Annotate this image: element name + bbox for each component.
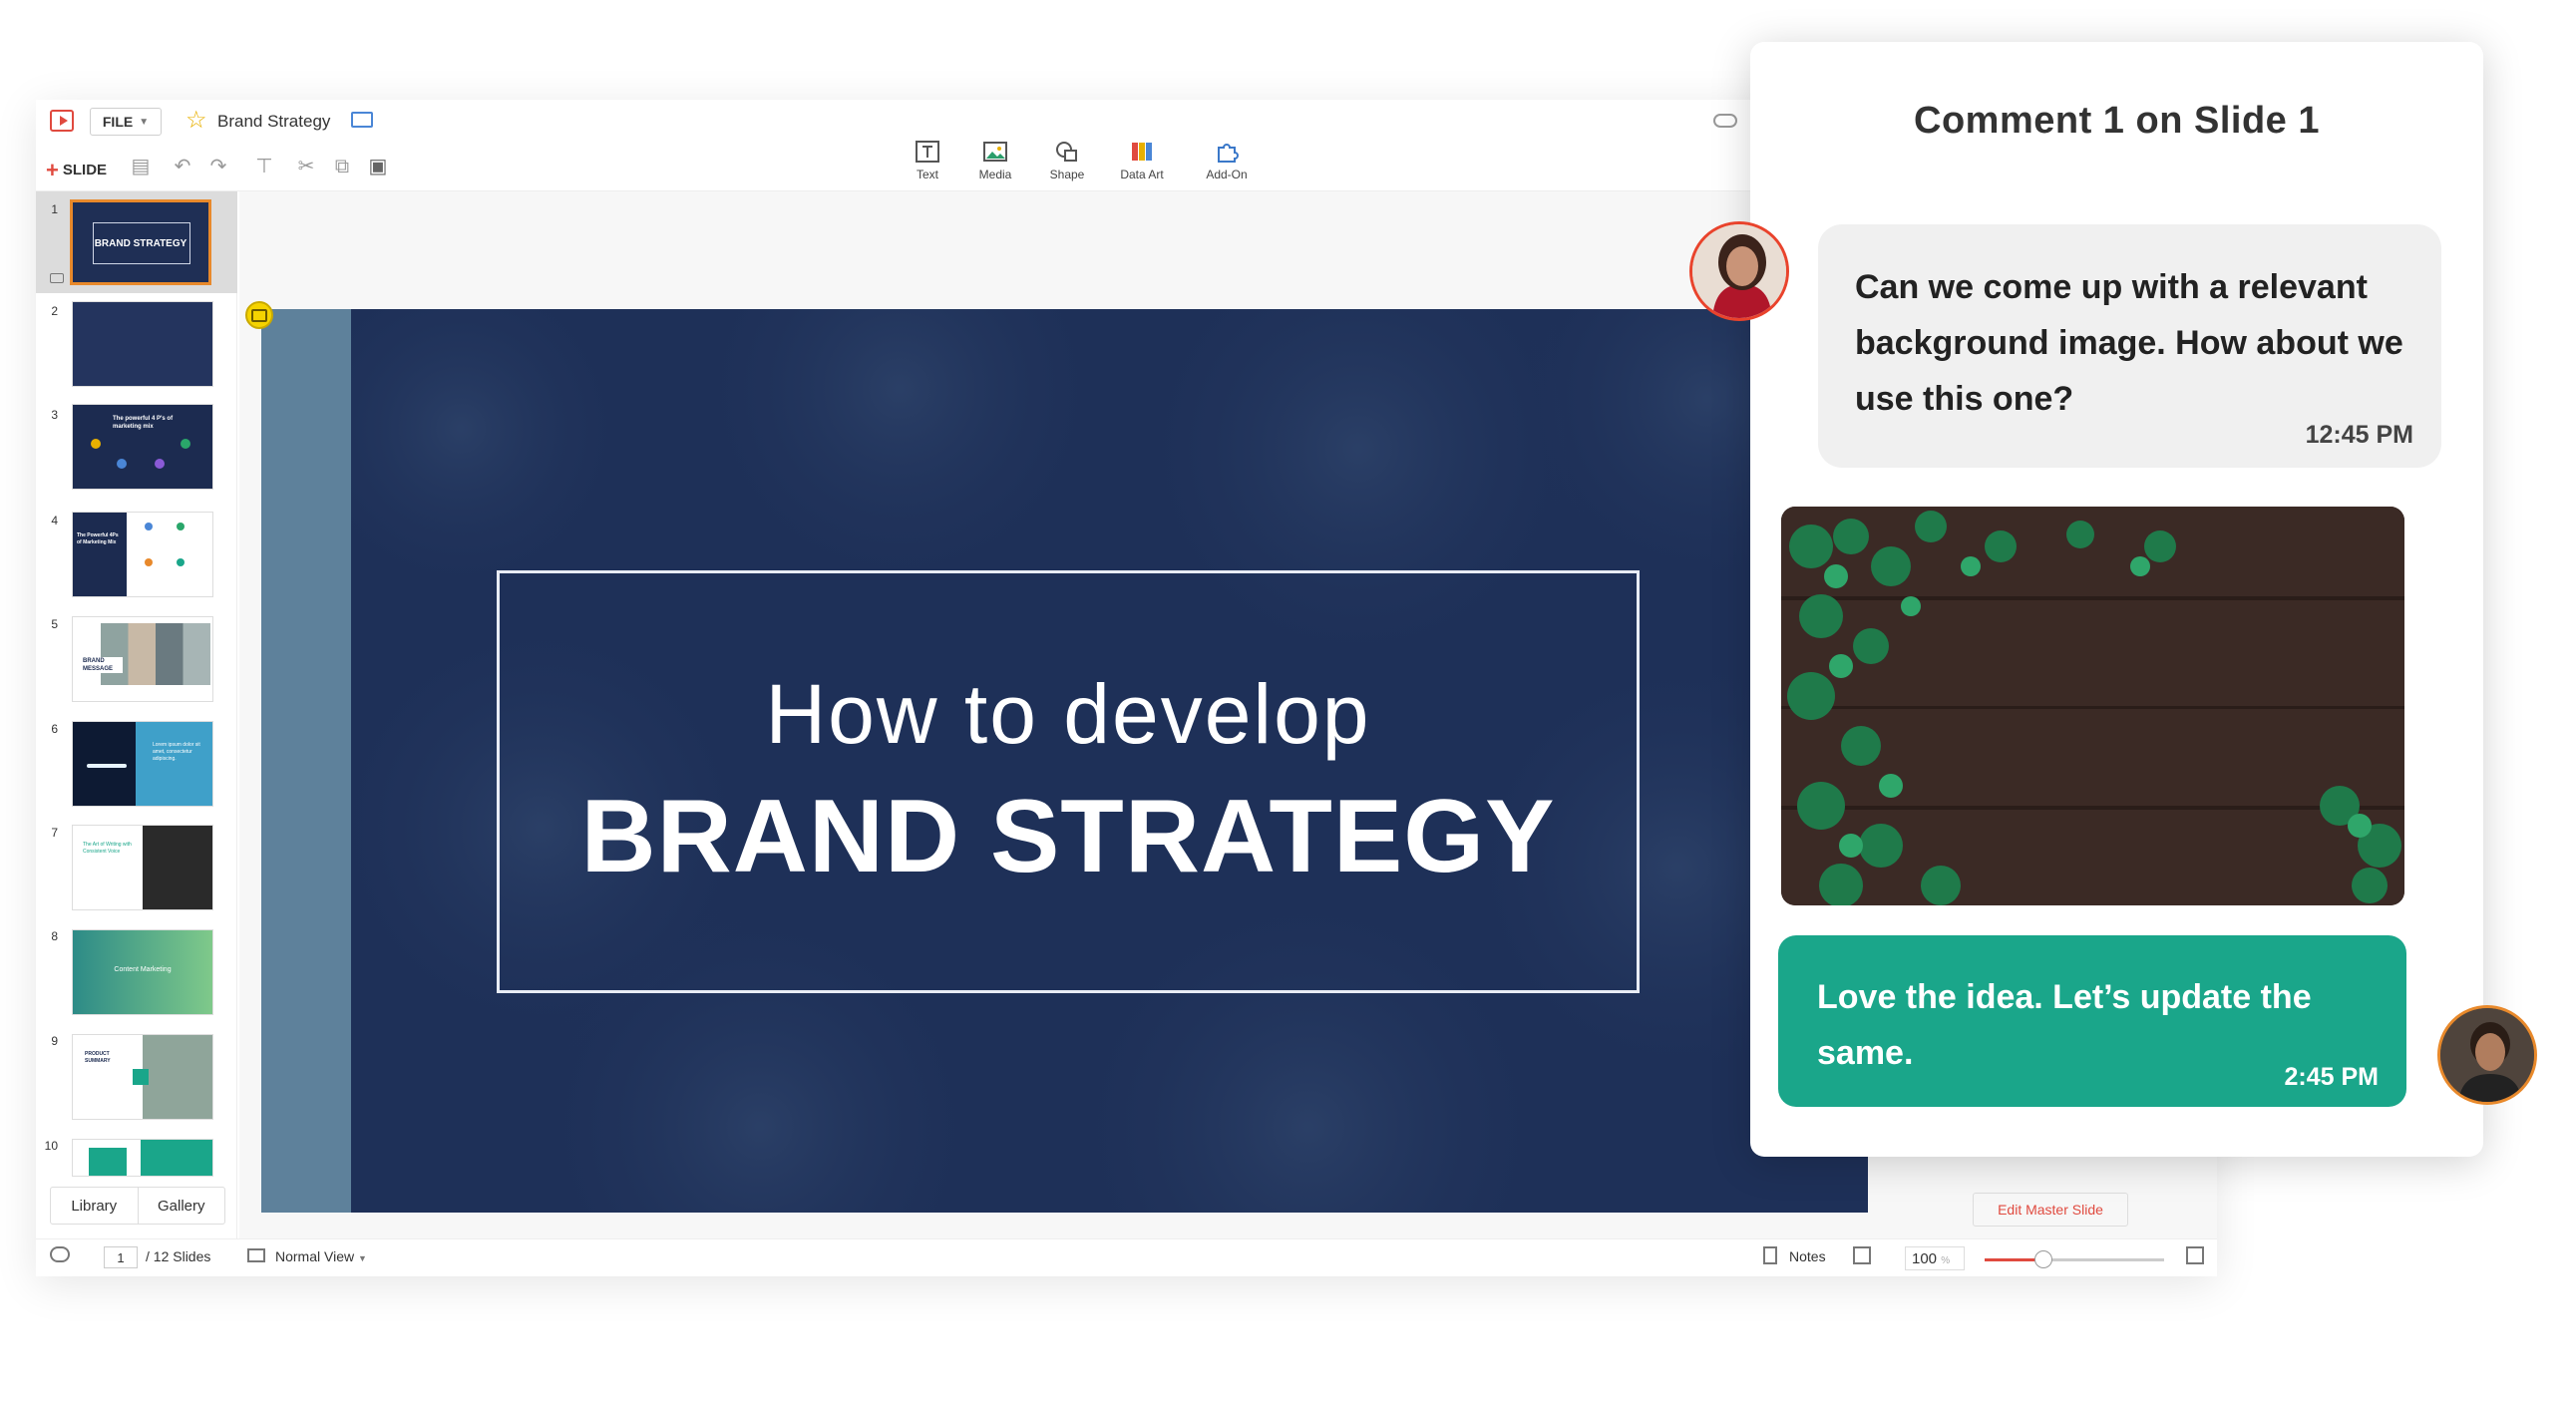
insert-text-button[interactable]: Text xyxy=(893,140,962,181)
slide-number: 10 xyxy=(44,1139,58,1153)
media-icon xyxy=(983,142,1007,162)
plus-icon: + xyxy=(46,158,59,182)
total-slides-label: / 12 Slides xyxy=(146,1248,211,1264)
folder-icon[interactable] xyxy=(351,112,373,128)
insert-data-art-button[interactable]: Data Art xyxy=(1107,140,1177,181)
slide-thumbnail-2[interactable] xyxy=(72,301,213,387)
slide-thumbnail-title: Content Marketing xyxy=(114,966,172,973)
slide-thumbnail-3[interactable]: The powerful 4 P's of marketing mix xyxy=(72,404,213,490)
cloud-sync-icon[interactable] xyxy=(1713,114,1737,128)
star-icon[interactable]: ☆ xyxy=(185,106,207,135)
slide-thumbnail-6[interactable]: Lorem ipsum dolor sit amet, consectetur … xyxy=(72,721,213,807)
copy-icon[interactable]: ⧉ xyxy=(331,156,353,177)
add-on-button[interactable]: Add-On xyxy=(1192,140,1262,181)
comment-marker-icon[interactable] xyxy=(245,301,273,329)
slide-number: 5 xyxy=(51,617,58,631)
ivy-wood-image xyxy=(1781,507,2404,905)
slide-thumbnail-title: The Powerful 4Ps of Marketing Mix xyxy=(77,532,119,545)
slide-thumbnail-title: The powerful 4 P's of marketing mix xyxy=(113,416,174,430)
chevron-down-icon: ▼ xyxy=(358,1253,367,1263)
format-painter-icon[interactable]: ⊤ xyxy=(253,156,275,177)
text-icon xyxy=(916,141,939,163)
slide-number: 8 xyxy=(51,929,58,943)
document-title[interactable]: Brand Strategy xyxy=(217,112,330,132)
zoom-slider-handle[interactable] xyxy=(2034,1250,2052,1268)
slide-thumbnail-9[interactable]: PRODUCT SUMMARY xyxy=(72,1034,213,1120)
shape-icon xyxy=(1056,142,1077,162)
comment-panel-title: Comment 1 on Slide 1 xyxy=(1914,100,2320,142)
slide-number: 3 xyxy=(51,408,58,422)
comment-timestamp: 12:45 PM xyxy=(2305,421,2413,449)
slide-number: 1 xyxy=(51,202,58,216)
slide-number: 2 xyxy=(51,304,58,318)
file-menu-button[interactable]: FILE ▼ xyxy=(90,108,162,136)
redo-icon[interactable]: ↷ xyxy=(207,156,229,177)
comment-indicator-icon[interactable] xyxy=(50,273,64,283)
chevron-down-icon: ▼ xyxy=(139,116,150,128)
slide-thumbnail-8[interactable]: Content Marketing xyxy=(72,929,213,1015)
file-menu-label: FILE xyxy=(102,114,134,130)
slide-thumbnail-7[interactable]: The Art of Writing with Consistent Voice xyxy=(72,825,213,910)
library-gallery-tabs: Library Gallery xyxy=(50,1187,225,1225)
page-number-input[interactable]: 1 xyxy=(104,1246,138,1268)
comment-text: Can we come up with a relevant backgroun… xyxy=(1855,268,2403,418)
slide-thumbnail-title: BRAND MESSAGE xyxy=(83,657,123,673)
add-slide-button[interactable]: + SLIDE xyxy=(46,158,107,183)
insert-text-label: Text xyxy=(916,168,938,181)
slide-sorter-icon[interactable] xyxy=(1853,1246,1871,1264)
insert-data-art-label: Data Art xyxy=(1120,168,1164,181)
insert-media-button[interactable]: Media xyxy=(960,140,1030,181)
slide-thumbnail-5[interactable]: BRAND MESSAGE xyxy=(72,616,213,702)
zoom-input[interactable]: 100 % xyxy=(1905,1246,1965,1270)
fit-to-window-icon[interactable] xyxy=(2186,1246,2204,1264)
cut-icon[interactable]: ✂ xyxy=(295,156,317,177)
add-slide-label: SLIDE xyxy=(62,162,108,178)
attached-image-ivy-wood[interactable] xyxy=(1781,507,2404,905)
slide-number: 6 xyxy=(51,722,58,736)
insert-shape-label: Shape xyxy=(1049,168,1085,181)
slide-thumbnail-title: BRAND STRATEGY xyxy=(94,238,187,249)
slide-number: 4 xyxy=(51,514,58,527)
tab-gallery[interactable]: Gallery xyxy=(139,1188,225,1224)
notes-button[interactable]: Notes xyxy=(1789,1248,1826,1264)
view-selector[interactable]: Normal View ▼ xyxy=(275,1248,367,1264)
undo-icon[interactable]: ↶ xyxy=(172,156,193,177)
slide-thumbnail-title: Lorem ipsum dolor sit amet, consectetur … xyxy=(153,742,200,762)
notes-icon xyxy=(1763,1246,1777,1264)
avatar[interactable] xyxy=(1689,221,1789,321)
slide-thumbnail-title: PRODUCT SUMMARY xyxy=(85,1051,111,1064)
reply-timestamp: 2:45 PM xyxy=(2284,1063,2379,1091)
slide-subtitle[interactable]: How to develop xyxy=(497,666,1640,763)
slide-thumbnail-1[interactable]: BRAND STRATEGY xyxy=(70,199,211,285)
paste-icon[interactable]: ▣ xyxy=(367,156,389,177)
slide-number: 7 xyxy=(51,826,58,840)
layout-icon[interactable]: ▤ xyxy=(130,156,152,177)
insert-media-label: Media xyxy=(978,168,1012,181)
normal-view-icon xyxy=(247,1248,265,1262)
man-avatar-icon xyxy=(2440,1008,2534,1102)
avatar[interactable] xyxy=(2437,1005,2537,1105)
slide-thumbnail-10[interactable] xyxy=(72,1139,213,1177)
tab-library[interactable]: Library xyxy=(51,1188,139,1224)
data-art-icon xyxy=(1132,143,1152,161)
zoom-unit: % xyxy=(1941,1255,1951,1266)
chat-icon[interactable] xyxy=(50,1246,70,1262)
insert-shape-button[interactable]: Shape xyxy=(1032,140,1102,181)
slide-thumbnail-title: The Art of Writing with Consistent Voice xyxy=(83,842,132,855)
edit-master-slide-button[interactable]: Edit Master Slide xyxy=(1973,1193,2128,1227)
slide-title[interactable]: BRAND STRATEGY xyxy=(497,778,1640,896)
zoom-value: 100 xyxy=(1912,1250,1938,1267)
app-logo-icon[interactable] xyxy=(50,110,74,132)
view-label: Normal View xyxy=(275,1248,355,1264)
slide-accent-strip xyxy=(261,309,351,1213)
slide-thumbnail-4[interactable]: The Powerful 4Ps of Marketing Mix xyxy=(72,512,213,597)
puzzle-icon xyxy=(1218,144,1239,163)
add-on-label: Add-On xyxy=(1206,168,1248,181)
slide-number: 9 xyxy=(51,1034,58,1048)
